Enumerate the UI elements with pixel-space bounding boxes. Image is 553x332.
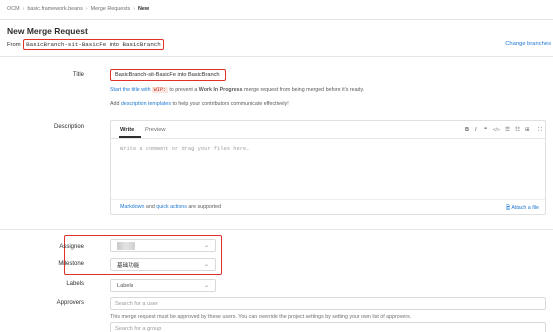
page-title: New Merge Request: [7, 26, 88, 36]
labels-value: Labels: [117, 282, 134, 289]
description-textarea[interactable]: Write a comment or drag your files here…: [120, 146, 249, 152]
breadcrumb-separator: ›: [133, 6, 135, 12]
chevron-down-icon: ⌄: [203, 243, 209, 249]
group-placeholder: Search for a group: [115, 325, 162, 332]
quote-icon[interactable]: ❝: [484, 127, 487, 133]
fullscreen-icon[interactable]: ⛶: [538, 127, 542, 134]
editor-footer-divider: [111, 199, 545, 200]
code-icon[interactable]: </>: [493, 127, 500, 132]
milestone-value: 基础功能: [117, 262, 140, 269]
breadcrumb-item-group[interactable]: OCM: [7, 6, 20, 12]
attach-file-icon: 🖻: [505, 205, 511, 211]
header-divider: [0, 19, 553, 20]
template-hint-prefix: Add: [110, 101, 120, 107]
attach-file-label: Attach a file: [511, 205, 539, 211]
branch-highlight: BasicBranch-sit-BasicFe into BasicBranch: [23, 39, 164, 50]
breadcrumb: OCM › basic.framework.beans › Merge Requests…: [7, 6, 149, 12]
description-editor: Write Preview B I ❝ </> ☰ ☷ ⊞ ⛶ Write a …: [110, 120, 546, 215]
wip-hint-link[interactable]: Start the title with: [110, 87, 151, 93]
assignee-dropdown[interactable]: ⌄: [110, 239, 216, 252]
title-input[interactable]: BasicBranch-sit-BasicFe into BasicBranch: [110, 69, 226, 81]
markdown-link[interactable]: Markdown: [120, 204, 144, 210]
wip-hint-middle: to prevent a: [169, 87, 198, 93]
branch-summary: From BasicBranch-sit-BasicFe into BasicB…: [7, 39, 164, 50]
markdown-footer-and: and: [145, 204, 155, 210]
italic-icon[interactable]: I: [475, 127, 477, 133]
milestone-dropdown[interactable]: 基础功能 ⌄: [110, 258, 216, 271]
chevron-down-icon: ⌄: [203, 262, 209, 268]
markdown-footer-suffix: are supported: [188, 204, 222, 210]
tab-write[interactable]: Write: [120, 127, 134, 133]
labels-label: Labels: [66, 281, 84, 287]
assignee-label: Assignee: [59, 244, 84, 250]
breadcrumb-item-merge-requests[interactable]: Merge Requests: [91, 6, 131, 12]
description-label: Description: [53, 124, 84, 130]
wip-hint-end: merge request from being merged before i…: [244, 87, 365, 93]
approvers-label: Approvers: [56, 300, 84, 306]
group-search-input[interactable]: Search for a group: [110, 322, 546, 332]
title-input-value: BasicBranch-sit-BasicFe into BasicBranch: [115, 72, 220, 78]
wip-hint-bold: Work In Progress: [198, 87, 243, 93]
editor-toolbar-divider: [111, 138, 545, 139]
breadcrumb-item-project[interactable]: basic.framework.beans: [27, 6, 82, 12]
milestone-label: Milestone: [58, 261, 84, 267]
chevron-down-icon: ⌄: [203, 283, 209, 289]
tab-preview[interactable]: Preview: [145, 127, 166, 133]
source-branch: BasicBranch-sit-BasicFe: [26, 41, 107, 48]
wip-code: WIP:: [152, 87, 168, 93]
breadcrumb-separator: ›: [85, 6, 88, 12]
labels-dropdown[interactable]: Labels ⌄: [110, 279, 216, 292]
template-hint-suffix: to help your contributors communicate ef…: [172, 101, 289, 107]
wip-hint: Start the title with WIP: to prevent a W…: [110, 87, 364, 93]
approvers-search-input[interactable]: Search for a user: [110, 297, 546, 310]
approvers-placeholder: Search for a user: [115, 300, 158, 307]
title-label: Title: [72, 72, 84, 78]
task-list-icon[interactable]: ⊞: [525, 127, 530, 133]
change-branches-link[interactable]: Change branches: [505, 41, 551, 47]
assignee-avatar: [117, 241, 135, 250]
bullet-list-icon[interactable]: ☰: [505, 127, 510, 133]
attach-file-button[interactable]: 🖻 Attach a file: [506, 204, 539, 213]
section-divider-2: [0, 229, 553, 230]
from-prefix: From: [7, 42, 21, 48]
section-divider: [0, 56, 553, 57]
numbered-list-icon[interactable]: ☷: [515, 127, 520, 133]
breadcrumb-item-current: New: [137, 6, 150, 12]
bold-icon[interactable]: B: [465, 127, 469, 133]
into-word: into: [109, 42, 120, 48]
breadcrumb-separator: ›: [22, 6, 25, 12]
template-hint: Add description templates to help your c…: [110, 101, 289, 107]
markdown-footer: Markdown and quick actions are supported: [120, 204, 221, 210]
approvers-hint: This merge request must be approved by t…: [110, 314, 412, 320]
target-branch: BasicBranch: [122, 41, 161, 48]
quick-actions-link[interactable]: quick actions: [156, 204, 187, 210]
description-templates-link[interactable]: description templates: [121, 101, 171, 107]
